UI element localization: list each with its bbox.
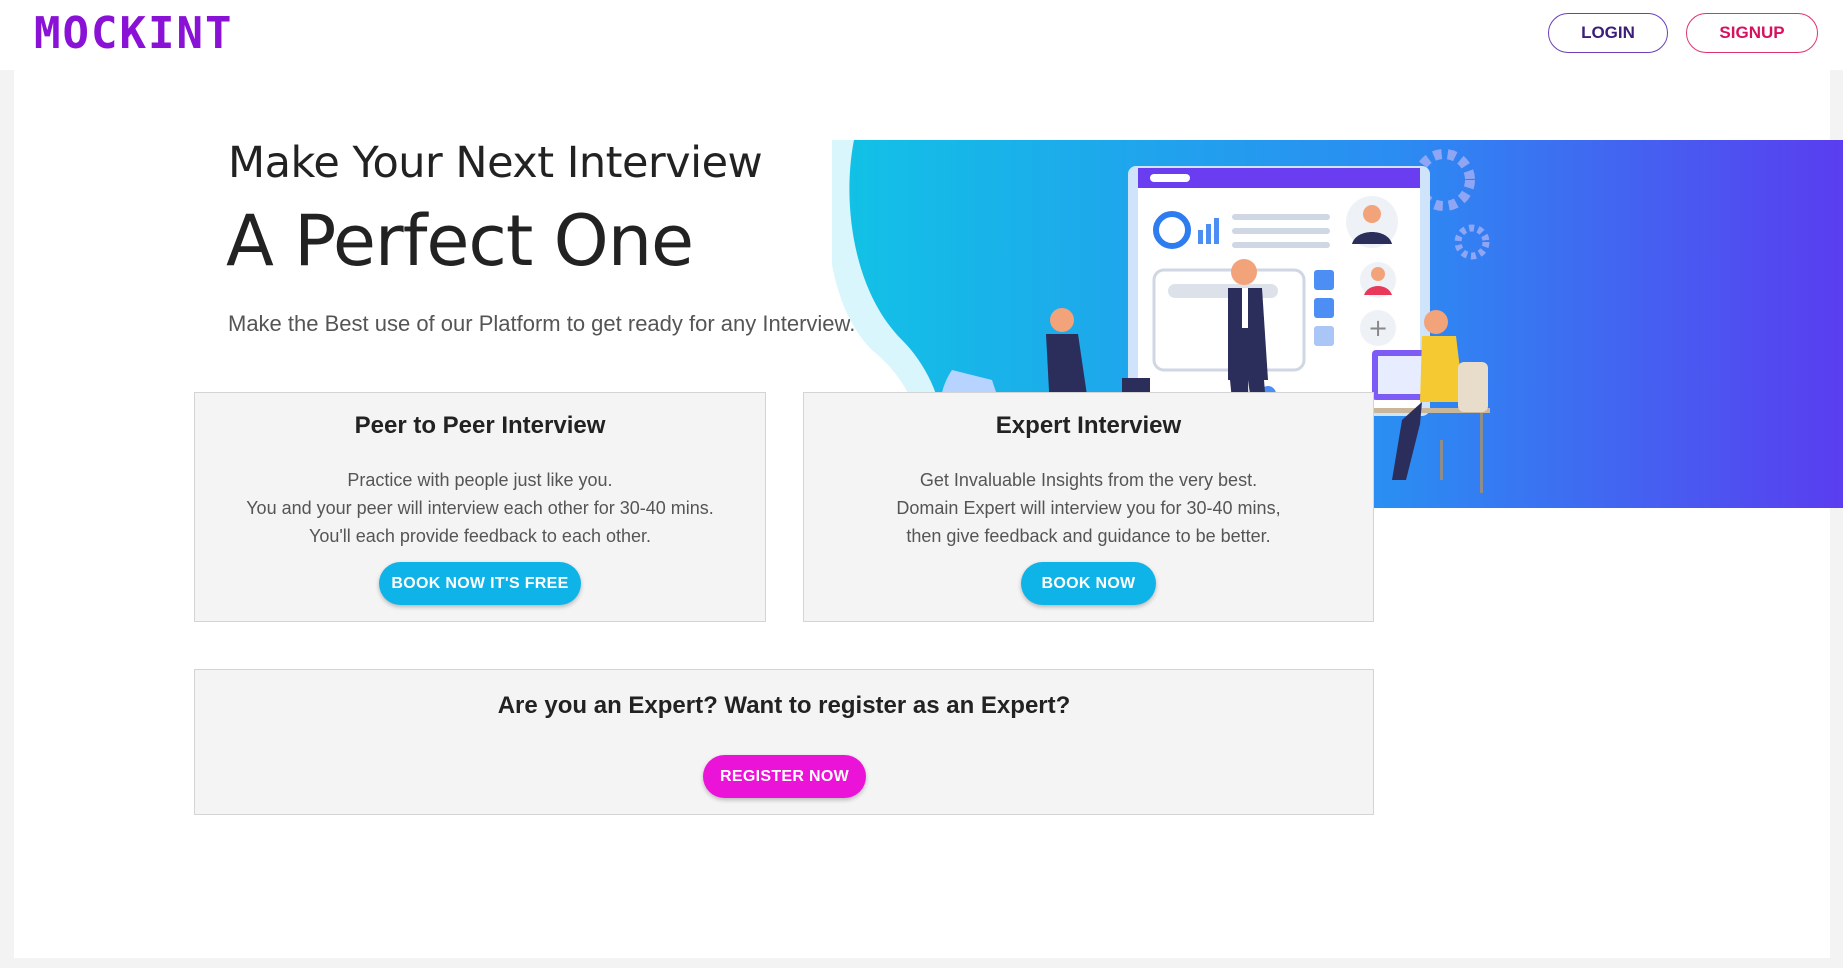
- peer-interview-title: Peer to Peer Interview: [354, 412, 606, 439]
- hero-heading-line2: A Perfect One: [226, 200, 694, 282]
- peer-line-3: You'll each provide feedback to each oth…: [308, 526, 652, 546]
- expert-register-question: Are you an Expert? Want to register as a…: [497, 692, 1071, 719]
- peer-interview-description: Practice with people just like you. You …: [195, 466, 765, 550]
- hero-heading-line1: Make Your Next Interview: [228, 138, 763, 188]
- mockint-logo[interactable]: MOCKINT: [34, 8, 233, 59]
- peer-line-2: You and your peer will interview each ot…: [246, 498, 714, 518]
- register-now-button[interactable]: REGISTER NOW: [703, 755, 866, 798]
- expert-line-2: Domain Expert will interview you for 30-…: [896, 498, 1281, 518]
- signup-button[interactable]: SIGNUP: [1686, 13, 1818, 53]
- hero-subtitle: Make the Best use of our Platform to get…: [228, 311, 856, 336]
- book-now-free-button[interactable]: BOOK NOW IT'S FREE: [379, 562, 581, 605]
- expert-interview-title: Expert Interview: [995, 412, 1182, 439]
- peer-line-1: Practice with people just like you.: [347, 470, 613, 490]
- expert-register-card: Are you an Expert? Want to register as a…: [194, 669, 1374, 815]
- main-content: Make Your Next Interview A Perfect One M…: [14, 70, 1843, 958]
- expert-interview-description: Get Invaluable Insights from the very be…: [804, 466, 1373, 550]
- peer-interview-card: Peer to Peer Interview Practice with peo…: [194, 392, 766, 622]
- book-now-button[interactable]: BOOK NOW: [1021, 562, 1156, 605]
- login-button[interactable]: LOGIN: [1548, 13, 1668, 53]
- svg-text:+: +: [1368, 314, 1388, 342]
- expert-line-3: then give feedback and guidance to be be…: [906, 526, 1271, 546]
- expert-line-1: Get Invaluable Insights from the very be…: [919, 470, 1258, 490]
- expert-interview-card: Expert Interview Get Invaluable Insights…: [803, 392, 1374, 622]
- top-navbar: MOCKINT LOGIN SIGNUP: [0, 0, 1843, 70]
